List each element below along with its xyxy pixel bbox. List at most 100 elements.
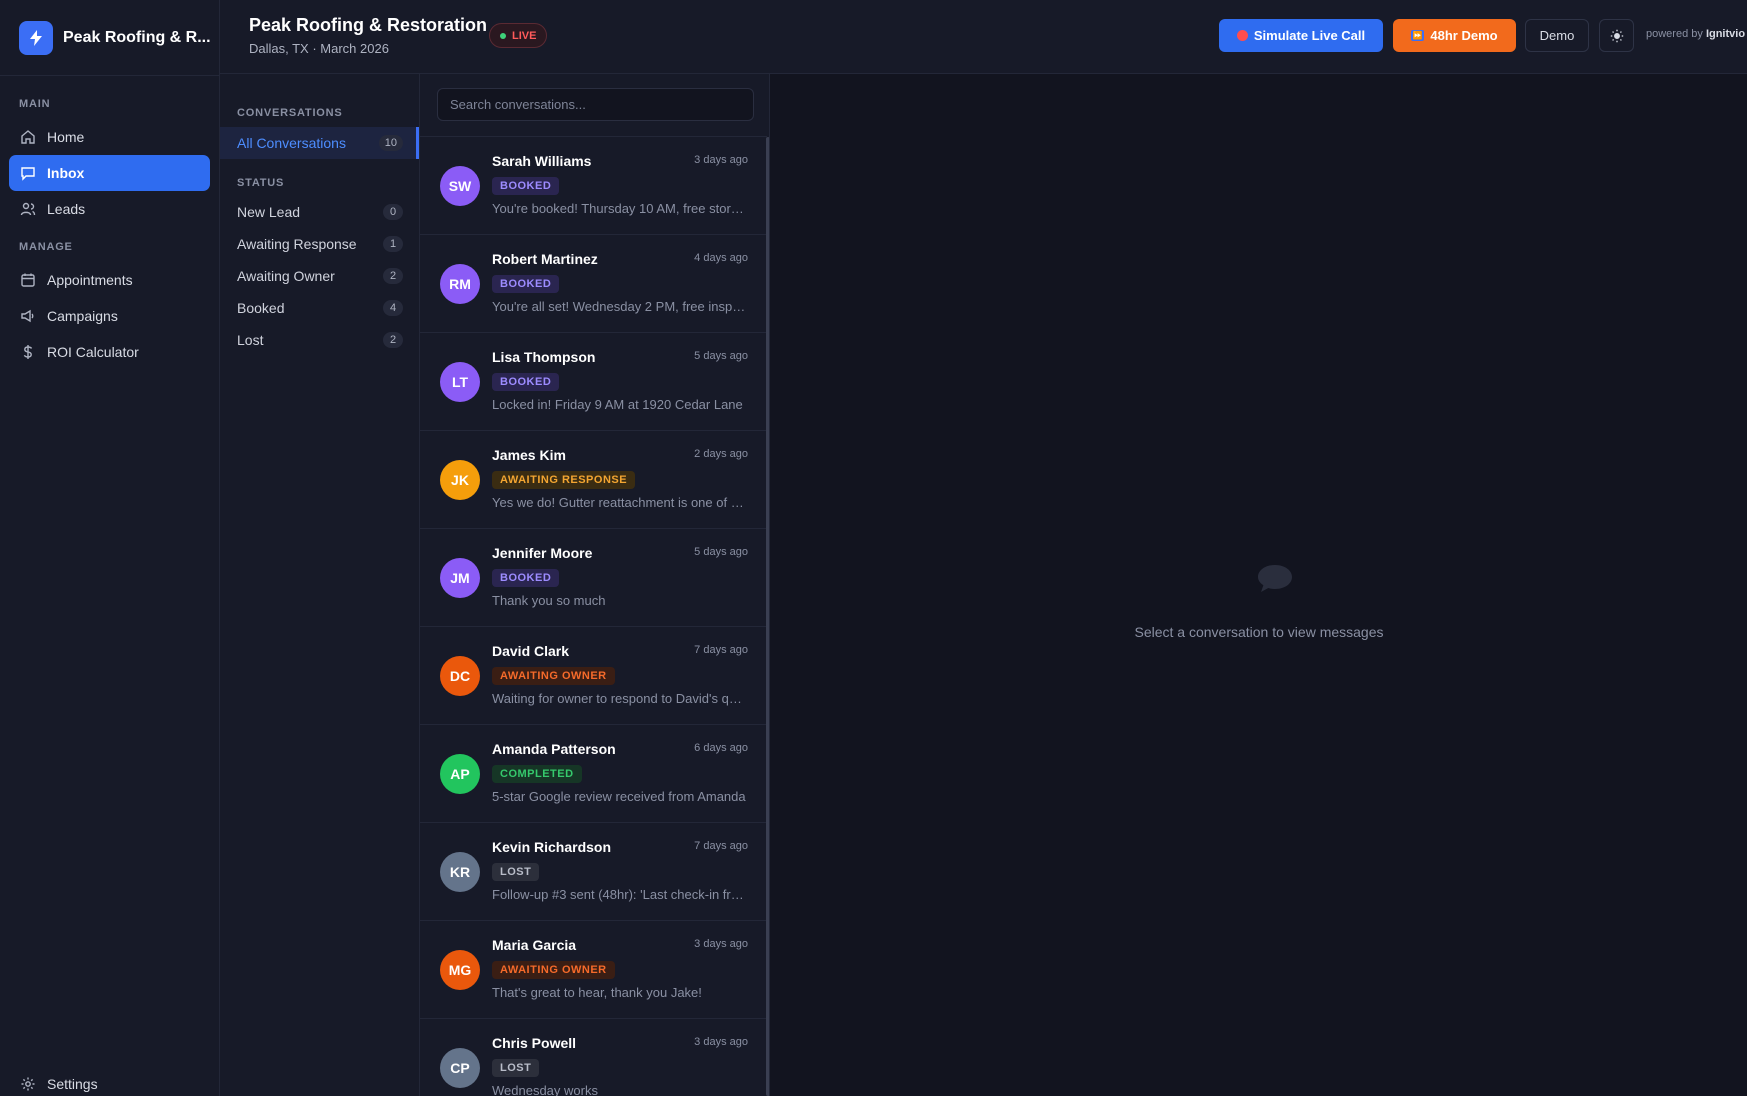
contact-name: Sarah Williams	[492, 153, 592, 169]
timestamp: 6 days ago	[694, 742, 748, 754]
conversation-row[interactable]: JM Jennifer Moore 5 days ago BOOKED Thank yo…	[420, 529, 767, 627]
sidebar-item-label: Inbox	[47, 165, 85, 181]
sidebar-item-leads[interactable]: Leads	[9, 191, 210, 227]
demo-button[interactable]: Demo	[1525, 19, 1589, 52]
conversation-row[interactable]: JK James Kim 2 days ago AWAITING RESPONSE Ye…	[420, 431, 767, 529]
avatar: RM	[440, 264, 480, 304]
message-preview: Locked in! Friday 9 AM at 1920 Cedar Lan…	[492, 397, 743, 412]
live-badge: LIVE	[489, 23, 548, 48]
sidebar-item-campaigns[interactable]: Campaigns	[9, 298, 210, 334]
conversation-row[interactable]: CP Chris Powell 3 days ago LOST Wednesday wo…	[420, 1019, 767, 1096]
filter-lost[interactable]: Lost 2	[220, 324, 419, 356]
sidebar-item-settings[interactable]: Settings	[9, 1066, 210, 1096]
nav-section-main: MAIN	[19, 98, 51, 110]
filter-count: 10	[378, 135, 403, 151]
status-badge: AWAITING RESPONSE	[492, 471, 636, 489]
contact-name: Amanda Patterson	[492, 741, 616, 757]
theme-toggle-button[interactable]	[1599, 19, 1634, 52]
filter-awaiting-response[interactable]: Awaiting Response 1	[220, 228, 419, 260]
live-dot-icon	[500, 32, 506, 39]
megaphone-icon	[21, 309, 34, 323]
conversation-rows: SW Sarah Williams 3 days ago BOOKED You're b…	[420, 136, 767, 1096]
status-badge: BOOKED	[492, 275, 560, 293]
filter-booked[interactable]: Booked 4	[220, 292, 419, 324]
dollar-icon	[23, 345, 33, 359]
sidebar-item-home[interactable]: Home	[9, 119, 210, 155]
live-label: LIVE	[512, 29, 537, 42]
powered-by-brand[interactable]: Ignitvio	[1706, 28, 1745, 40]
powered-by-label: powered by	[1646, 28, 1703, 40]
message-preview: Wednesday works	[492, 1083, 598, 1096]
filters-heading-status: STATUS	[237, 177, 285, 189]
sidebar-item-inbox[interactable]: Inbox	[9, 155, 210, 191]
page-title: Peak Roofing & Restoration	[249, 15, 488, 35]
scrollbar[interactable]	[766, 137, 769, 1096]
contact-name: David Clark	[492, 643, 570, 659]
avatar: AP	[440, 754, 480, 794]
conversation-list: SW Sarah Williams 3 days ago BOOKED You're b…	[420, 74, 770, 1096]
message-preview: That's great to hear, thank you Jake!	[492, 985, 702, 1000]
contact-name: Jennifer Moore	[492, 545, 593, 561]
message-preview: Thank you so much	[492, 593, 606, 608]
nav-section-manage: MANAGE	[19, 241, 73, 253]
brand: Peak Roofing & R...	[0, 0, 219, 76]
conversation-row[interactable]: KR Kevin Richardson 7 days ago LOST Follow-u…	[420, 823, 767, 921]
timestamp: 3 days ago	[694, 154, 748, 166]
filter-label: All Conversations	[237, 135, 346, 151]
gear-icon	[21, 1077, 35, 1091]
status-badge: AWAITING OWNER	[492, 961, 615, 979]
sidebar-item-label: Leads	[47, 201, 86, 217]
48hr-demo-button[interactable]: ⏩ 48hr Demo	[1393, 19, 1516, 52]
conversation-row[interactable]: AP Amanda Patterson 6 days ago COMPLETED 5-s…	[420, 725, 767, 823]
avatar: CP	[440, 1048, 480, 1088]
simulate-live-call-button[interactable]: Simulate Live Call	[1219, 19, 1383, 52]
avatar: DC	[440, 656, 480, 696]
home-icon	[21, 130, 35, 144]
powered-by: powered by Ignitvio	[1646, 28, 1745, 40]
filter-label: Awaiting Owner	[237, 268, 335, 284]
message-preview: Waiting for owner to respond to David's …	[492, 691, 749, 706]
inbox-icon	[21, 167, 35, 181]
conversation-row[interactable]: RM Robert Martinez 4 days ago BOOKED You're …	[420, 235, 767, 333]
sidebar-item-label: Campaigns	[47, 308, 118, 324]
status-badge: LOST	[492, 863, 540, 881]
filter-awaiting-owner[interactable]: Awaiting Owner 2	[220, 260, 419, 292]
message-preview: You're booked! Thursday 10 AM, free stor…	[492, 201, 749, 216]
filter-new-lead[interactable]: New Lead 0	[220, 196, 419, 228]
conversation-row[interactable]: DC David Clark 7 days ago AWAITING OWNER Wai…	[420, 627, 767, 725]
avatar: JM	[440, 558, 480, 598]
contact-name: Kevin Richardson	[492, 839, 612, 855]
top-header: Peak Roofing & Restoration Dallas, TX · …	[220, 0, 1747, 74]
filter-label: Lost	[237, 332, 264, 348]
contact-name: James Kim	[492, 447, 566, 463]
filters-heading-conversations: CONVERSATIONS	[237, 107, 343, 119]
sidebar-item-label: Home	[47, 129, 85, 145]
filter-count: 4	[383, 300, 403, 316]
conversation-row[interactable]: MG Maria Garcia 3 days ago AWAITING OWNER Th…	[420, 921, 767, 1019]
conversation-row[interactable]: SW Sarah Williams 3 days ago BOOKED You're b…	[420, 137, 767, 235]
sidebar-item-label: Appointments	[47, 272, 133, 288]
filter-count: 2	[383, 268, 403, 284]
sidebar-item-roi-calculator[interactable]: ROI Calculator	[9, 334, 210, 370]
page-subtitle: Dallas, TX · March 2026	[249, 41, 389, 56]
lightning-icon[interactable]	[19, 20, 53, 55]
filter-label: Awaiting Response	[237, 236, 357, 252]
filter-label: Booked	[237, 300, 285, 316]
conversation-row[interactable]: LT Lisa Thompson 5 days ago BOOKED Locked in…	[420, 333, 767, 431]
sidebar-item-appointments[interactable]: Appointments	[9, 262, 210, 298]
filter-count: 2	[383, 332, 403, 348]
sidebar-item-label: ROI Calculator	[47, 344, 139, 360]
search-input[interactable]	[437, 88, 754, 121]
avatar: MG	[440, 950, 480, 990]
demo-label: Demo	[1539, 28, 1575, 43]
status-badge: BOOKED	[492, 569, 560, 587]
timestamp: 4 days ago	[694, 252, 748, 264]
record-icon	[1236, 30, 1248, 41]
contact-name: Lisa Thompson	[492, 349, 596, 365]
timestamp: 2 days ago	[694, 448, 748, 460]
contact-name: Maria Garcia	[492, 937, 577, 953]
timestamp: 7 days ago	[694, 840, 748, 852]
filter-all-conversations[interactable]: All Conversations 10	[220, 127, 419, 159]
status-badge: COMPLETED	[492, 765, 582, 783]
message-preview: You're all set! Wednesday 2 PM, free ins…	[492, 299, 749, 314]
